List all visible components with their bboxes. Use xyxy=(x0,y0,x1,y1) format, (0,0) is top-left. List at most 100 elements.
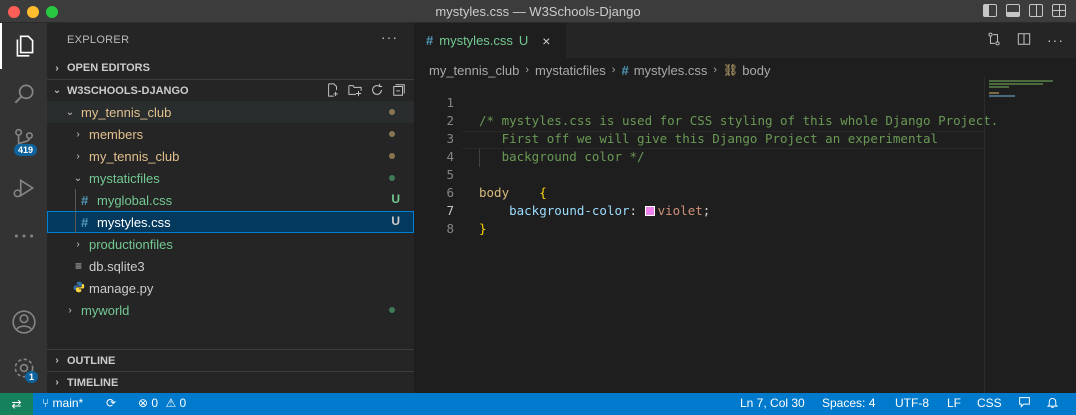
encoding-status[interactable]: UTF-8 xyxy=(895,396,929,410)
tree-folder-my-tennis-club[interactable]: ⌄ my_tennis_club xyxy=(47,101,414,123)
css-selector: body xyxy=(479,185,510,200)
collapse-all-icon[interactable] xyxy=(392,83,406,97)
indent-guide xyxy=(75,211,76,233)
branch-status[interactable]: ⑂ main* xyxy=(42,396,83,410)
timeline-section[interactable]: › TIMELINE xyxy=(47,371,414,393)
modified-dot xyxy=(389,109,395,115)
line-number: 3 xyxy=(446,131,454,146)
line-number: 4 xyxy=(446,149,454,164)
new-folder-icon[interactable] xyxy=(348,83,362,97)
open-brace: { xyxy=(539,185,547,200)
code-line: 6 body { xyxy=(414,184,984,202)
breadcrumb-item[interactable]: body xyxy=(742,63,770,78)
error-count: 0 xyxy=(151,396,159,410)
chevron-right-icon: › xyxy=(76,238,80,250)
css-file-icon: # xyxy=(81,192,89,208)
toggle-panel-icon[interactable] xyxy=(1006,4,1020,17)
tree-folder-members[interactable]: › members xyxy=(47,123,414,145)
tree-folder-myworld[interactable]: › myworld xyxy=(47,299,414,321)
settings-badge: 1 xyxy=(25,371,39,383)
workspace-folder-section[interactable]: ⌄ W3SCHOOLS-DJANGO xyxy=(47,79,414,101)
line-number: 5 xyxy=(446,167,454,182)
timeline-label: TIMELINE xyxy=(67,376,119,389)
tab-mystyles-css[interactable]: # mystyles.css U × xyxy=(414,23,566,58)
code-line: 1 xyxy=(414,94,984,112)
breadcrumb-item[interactable]: my_tennis_club xyxy=(429,63,519,78)
search-activity[interactable] xyxy=(0,71,47,117)
color-swatch[interactable] xyxy=(644,206,655,216)
breadcrumb-item[interactable]: mystaticfiles xyxy=(535,63,606,78)
run-debug-activity[interactable] xyxy=(0,165,47,211)
source-control-activity[interactable]: 419 xyxy=(0,117,47,163)
chevron-right-icon: › xyxy=(76,128,80,140)
cursor-position[interactable]: Ln 7, Col 30 xyxy=(740,396,805,410)
indentation-status[interactable]: Spaces: 4 xyxy=(822,396,875,410)
search-icon xyxy=(14,84,34,104)
customize-layout-icon[interactable] xyxy=(1052,4,1066,17)
tree-file-mystyles-css[interactable]: # mystyles.css U xyxy=(47,211,414,233)
symbol-icon: ⛓ xyxy=(723,63,739,77)
split-editor-icon[interactable] xyxy=(1017,32,1031,49)
new-file-icon[interactable] xyxy=(326,83,340,97)
outline-section[interactable]: › OUTLINE xyxy=(47,349,414,371)
workspace-folder-label: W3SCHOOLS-DJANGO xyxy=(67,84,189,97)
tree-item-label: mystaticfiles xyxy=(89,170,160,186)
css-file-icon: # xyxy=(621,62,629,78)
scm-badge: 419 xyxy=(14,144,38,156)
minimap[interactable] xyxy=(984,76,1076,393)
more-activity[interactable] xyxy=(0,213,47,259)
toggle-primary-sidebar-icon[interactable] xyxy=(983,4,997,17)
explorer-more-button[interactable]: ··· xyxy=(381,29,398,45)
open-editors-section[interactable]: › OPEN EDITORS xyxy=(47,57,414,79)
breadcrumb-item[interactable]: mystyles.css xyxy=(634,63,708,78)
line-number: 7 xyxy=(446,203,454,218)
menu-lines-icon: ≡ xyxy=(75,259,83,273)
untracked-status: U xyxy=(391,192,400,206)
sync-icon[interactable]: ⟳ xyxy=(106,396,116,410)
remote-indicator[interactable]: ⇄ xyxy=(0,393,33,415)
explorer-activity[interactable] xyxy=(0,23,47,69)
python-file-icon xyxy=(73,281,89,296)
open-editors-label: OPEN EDITORS xyxy=(67,62,150,74)
tab-status: U xyxy=(518,33,529,48)
refresh-icon[interactable] xyxy=(370,83,384,97)
semicolon: ; xyxy=(702,203,711,218)
code-editor[interactable]: 1 2 /* mystyles.css is used for CSS styli… xyxy=(414,94,998,238)
tree-file-db-sqlite3[interactable]: ≡ db.sqlite3 xyxy=(47,255,414,277)
comment-text: background color */ xyxy=(479,149,645,164)
branch-icon: ⑂ xyxy=(42,396,50,410)
accounts-activity[interactable] xyxy=(0,299,47,345)
tree-file-myglobal-css[interactable]: # myglobal.css U xyxy=(47,189,414,211)
code-line: 8} xyxy=(414,220,984,238)
tree-folder-my-tennis-club-inner[interactable]: › my_tennis_club xyxy=(47,145,414,167)
tree-item-label: members xyxy=(89,126,144,142)
code-line: 5 xyxy=(414,166,984,184)
more-actions-icon[interactable]: ··· xyxy=(1047,32,1064,49)
manage-activity[interactable]: 1 xyxy=(0,345,47,391)
run-debug-icon xyxy=(12,178,34,198)
warning-icon: ⚠ xyxy=(165,396,177,410)
line-number: 2 xyxy=(446,113,454,128)
close-icon[interactable]: × xyxy=(542,33,550,49)
open-changes-icon[interactable] xyxy=(987,32,1001,49)
untracked-dot xyxy=(389,307,395,313)
outline-label: OUTLINE xyxy=(67,354,116,367)
modified-dot xyxy=(389,153,395,159)
eol-status[interactable]: LF xyxy=(947,396,961,410)
window-title: mystyles.css — W3Schools-Django xyxy=(435,4,641,19)
css-file-icon: # xyxy=(81,214,89,230)
tree-folder-productionfiles[interactable]: › productionfiles xyxy=(47,233,414,255)
toggle-secondary-sidebar-icon[interactable] xyxy=(1029,4,1043,17)
problems-status[interactable]: ⊗ 0 ⚠ 0 xyxy=(138,396,186,410)
explorer-sidebar: EXPLORER ··· › OPEN EDITORS ⌄ W3SCHOOLS-… xyxy=(47,23,414,393)
line-number: 6 xyxy=(446,185,454,200)
feedback-icon[interactable] xyxy=(1018,396,1031,412)
tree-item-label: my_tennis_club xyxy=(81,104,172,120)
tree-folder-mystaticfiles[interactable]: ⌄ mystaticfiles xyxy=(47,167,414,189)
notifications-bell-icon[interactable] xyxy=(1046,396,1059,412)
tree-item-label: my_tennis_club xyxy=(89,148,180,164)
tree-file-manage-py[interactable]: manage.py xyxy=(47,277,414,299)
language-mode[interactable]: CSS xyxy=(977,396,1002,410)
chevron-down-icon: ⌄ xyxy=(73,172,83,184)
code-line: 7 background-color: violet; xyxy=(414,202,984,220)
